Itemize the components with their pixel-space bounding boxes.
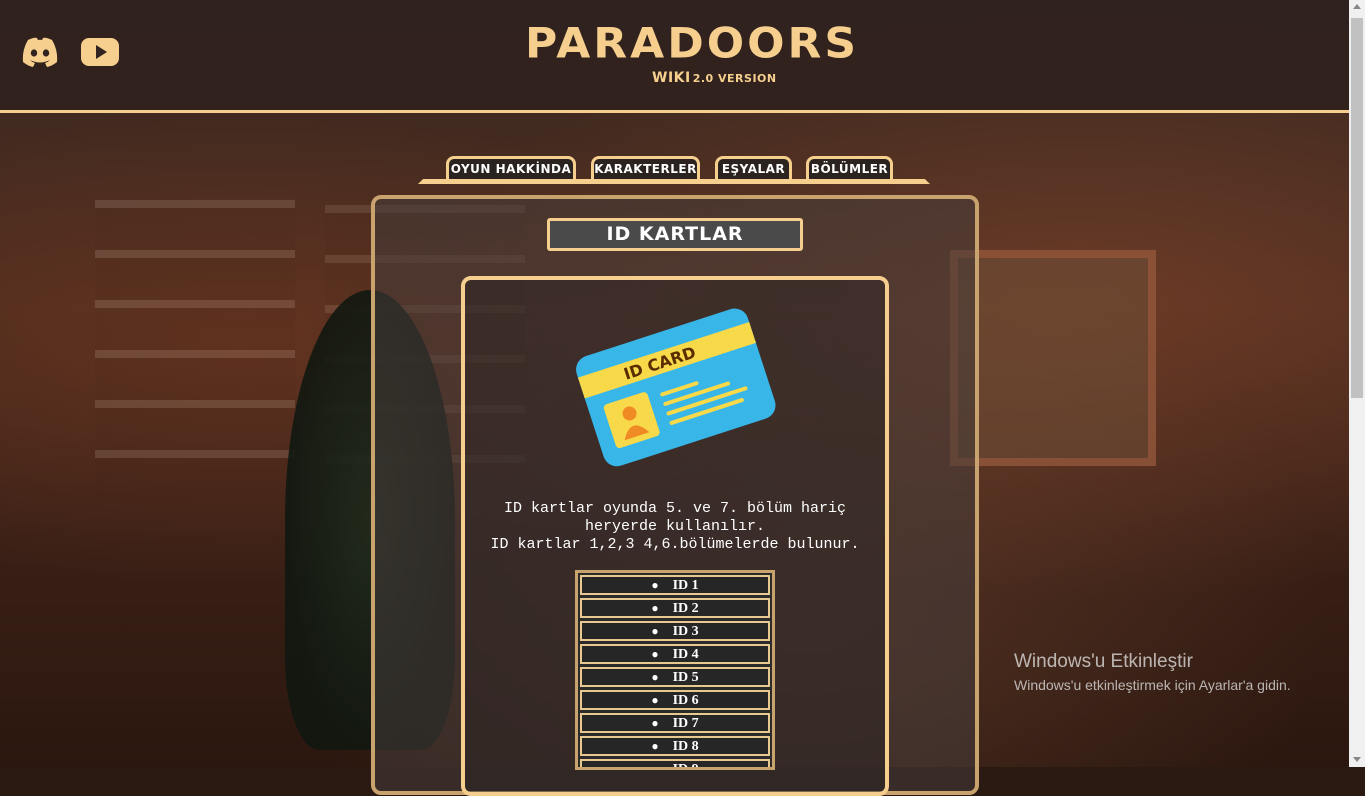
list-item-id-3[interactable]: ● ID 3 [580,621,770,641]
id-card-image: ID CARD [576,308,776,467]
scroll-down-arrow-icon[interactable] [1353,757,1361,762]
bullet-icon: ● [651,647,659,661]
youtube-icon [81,38,119,66]
description-line: ID kartlar 1,2,3 4,6.bölümelerde bulunur… [490,536,860,553]
site-logo[interactable]: PARADOORS [525,17,856,70]
bullet-icon: ● [651,670,659,684]
logo-wiki-label: WIKI [652,70,691,86]
background-picture-frame [950,250,1156,466]
bullet-icon: ● [651,762,659,770]
list-item-id-6[interactable]: ● ID 6 [580,690,770,710]
logo-version-label: 2.0 VERSION [692,72,777,85]
activation-title: Windows'u Etkinleştir [1014,651,1193,672]
discord-icon [22,37,58,67]
list-item-label: ID 6 [672,693,699,708]
discord-link[interactable] [20,36,60,68]
list-item-id-4[interactable]: ● ID 4 [580,644,770,664]
bullet-icon: ● [651,578,659,592]
logo-subtitle: WIKI 2.0 VERSION [652,70,777,86]
list-item-label: ID 8 [672,739,699,754]
bullet-icon: ● [651,624,659,638]
youtube-link[interactable] [80,36,120,68]
id-card-list: ● ID 1 ● ID 2 ● ID 3 ● ID 4 ● ID 5 ● ID 6 ● ID … [575,570,775,770]
id-card-description: ID kartlar oyunda 5. ve 7. bölüm hariç h… [470,500,880,554]
list-item-label: ID 3 [672,624,699,639]
section-title: ID KARTLAR [547,218,803,251]
tab-karakterler[interactable]: KARAKTERLER [591,156,700,179]
bullet-icon: ● [651,693,659,707]
list-item-label: ID 9 [672,762,699,770]
list-item-id-1[interactable]: ● ID 1 [580,575,770,595]
description-line: heryerde kullanılır. [584,518,766,535]
list-item-label: ID 4 [672,647,699,662]
list-item-id-2[interactable]: ● ID 2 [580,598,770,618]
list-item-label: ID 1 [672,578,699,593]
site-header: PARADOORS WIKI 2.0 VERSION [0,0,1349,113]
list-item-id-5[interactable]: ● ID 5 [580,667,770,687]
list-item-label: ID 2 [672,601,699,616]
tab-oyun-hakkinda[interactable]: OYUN HAKKİNDA [446,156,576,179]
activation-subtitle: Windows'u etkinleştirmek için Ayarlar'a … [1014,677,1291,693]
list-item-label: ID 5 [672,670,699,685]
windows-activation-watermark: Windows'u Etkinleştir Windows'u etkinleş… [1014,650,1291,696]
tab-esyalar[interactable]: EŞYALAR [715,156,792,179]
bullet-icon: ● [651,739,659,753]
list-item-id-7[interactable]: ● ID 7 [580,713,770,733]
scroll-up-arrow-icon[interactable] [1353,4,1361,9]
background-shelf [95,200,295,500]
tab-bolumler[interactable]: BÖLÜMLER [806,156,893,179]
list-item-label: ID 7 [672,716,699,731]
bullet-icon: ● [651,601,659,615]
bullet-icon: ● [651,716,659,730]
main-nav-tabs: OYUN HAKKİNDA KARAKTERLER EŞYALAR BÖLÜML… [418,156,930,186]
scrollbar-thumb[interactable] [1351,18,1363,398]
description-line: ID kartlar oyunda 5. ve 7. bölüm hariç [503,500,847,517]
list-item-id-8[interactable]: ● ID 8 [580,736,770,756]
list-item-id-9[interactable]: ● ID 9 [580,759,770,770]
